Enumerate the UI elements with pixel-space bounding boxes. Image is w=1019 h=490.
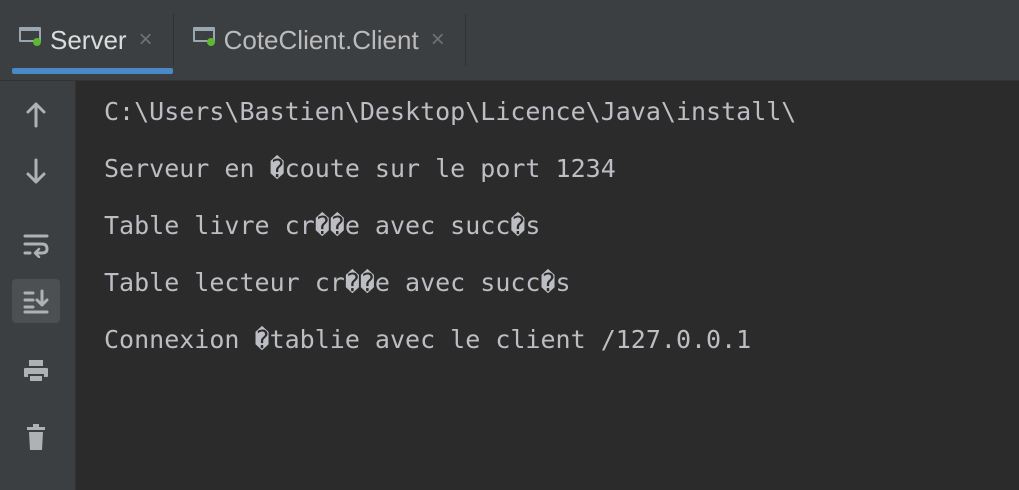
soft-wrap-button[interactable] [12, 223, 60, 267]
console-window-icon [19, 27, 41, 46]
clear-all-button[interactable] [12, 415, 60, 459]
scroll-up-icon [26, 102, 46, 128]
scroll-to-end-button[interactable] [12, 279, 60, 323]
console-line: Table livre cr��e avec succ�s [104, 211, 541, 240]
tab-coteclient[interactable]: CoteClient.Client × [174, 0, 465, 80]
print-icon [24, 360, 48, 383]
run-tabs-bar: Server × CoteClient.Client × [0, 0, 1019, 81]
clear-all-icon [27, 424, 45, 450]
console-line-command: C:\Users\Bastien\Desktop\Licence\Java\in… [104, 97, 797, 126]
console-output[interactable]: C:\Users\Bastien\Desktop\Licence\Java\in… [76, 81, 1019, 490]
print-button[interactable] [12, 349, 60, 393]
tab-divider [464, 14, 466, 66]
scroll-down-icon [26, 158, 46, 184]
console-toolbar [0, 81, 76, 490]
tab-label: Server [50, 24, 127, 55]
scroll-up-button[interactable] [12, 93, 60, 137]
scroll-to-end-icon [23, 289, 49, 314]
console-line: Connexion �tablie avec le client /127.0.… [104, 325, 752, 354]
scroll-down-button[interactable] [12, 149, 60, 193]
console-window-icon [192, 27, 215, 46]
run-tool-window: Server × CoteClient.Client × C:\Users\Ba… [0, 0, 1019, 490]
tab-label: CoteClient.Client [223, 24, 419, 55]
tab-server[interactable]: Server × [0, 0, 173, 80]
console-line: Table lecteur cr��e avec succ�s [104, 268, 571, 297]
close-tab-icon[interactable]: × [139, 28, 153, 52]
close-tab-icon[interactable]: × [431, 28, 445, 52]
soft-wrap-icon [23, 234, 49, 258]
console-line: Serveur en �coute sur le port 1234 [104, 154, 616, 183]
